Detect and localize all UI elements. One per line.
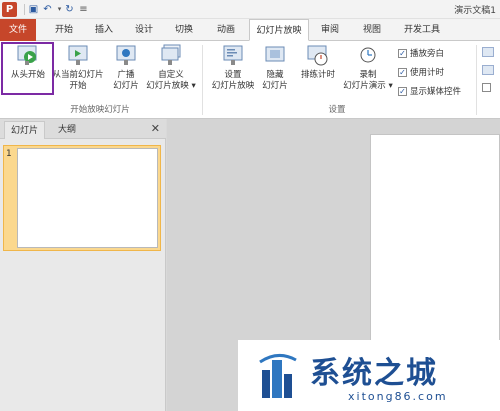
- tab-developer[interactable]: 开发工具: [396, 19, 448, 41]
- tab-home[interactable]: 开始: [48, 19, 80, 41]
- redo-icon[interactable]: ↻: [63, 3, 76, 16]
- play-narrations-label: 播放旁白: [410, 49, 445, 59]
- play-from-current-icon: [68, 45, 88, 65]
- set-up-slide-show-button[interactable]: 设置 幻灯片放映: [206, 43, 260, 92]
- use-timings-checkbox[interactable]: ✓ 使用计时: [398, 66, 444, 78]
- custom-show-label-2-text: 幻灯片放映: [146, 81, 189, 91]
- tab-insert[interactable]: 插入: [88, 19, 120, 41]
- from-current-label-2: 开始: [69, 81, 87, 91]
- tab-view[interactable]: 视图: [356, 19, 388, 41]
- record-label-2-text: 幻灯片演示: [343, 81, 386, 91]
- tab-outline-pane[interactable]: 大纲: [52, 121, 82, 139]
- window-title: 演示文稿1: [454, 6, 496, 16]
- use-timings-label: 使用计时: [410, 68, 445, 78]
- group-separator: [202, 45, 203, 115]
- from-current-label-1: 从当前幻灯片: [52, 70, 104, 80]
- ribbon-tabs: 文件 开始 插入 设计 切换 动画 幻灯片放映 审阅 视图 开发工具: [0, 19, 500, 41]
- group-label-start-slideshow: 开始放映幻灯片: [70, 105, 130, 115]
- tab-transitions[interactable]: 切换: [168, 19, 200, 41]
- use-timings-check[interactable]: ✓: [398, 67, 407, 77]
- tab-slide-show[interactable]: 幻灯片放映: [249, 19, 309, 41]
- custom-slide-show-button[interactable]: 自定义 幻灯片放映 ▾: [144, 43, 198, 92]
- tab-animations[interactable]: 动画: [208, 19, 244, 41]
- watermark-logo-icon: [259, 354, 297, 398]
- resolution-icon[interactable]: [482, 65, 494, 75]
- tab-review[interactable]: 审阅: [314, 19, 346, 41]
- custom-show-label-1: 自定义: [158, 70, 184, 80]
- custom-show-label-2: 幻灯片放映 ▾: [144, 81, 198, 92]
- play-narrations-check[interactable]: ✓: [398, 48, 407, 58]
- broadcast-label-2: 幻灯片: [113, 81, 139, 91]
- slides-panel: 幻灯片 大纲 ✕ 1: [0, 119, 166, 411]
- slide-canvas[interactable]: [370, 134, 500, 364]
- tab-file[interactable]: 文件: [0, 19, 36, 41]
- broadcast-icon: [116, 45, 136, 65]
- powerpoint-app-icon[interactable]: P: [2, 2, 17, 17]
- from-current-slide-button[interactable]: 从当前幻灯片 开始: [52, 43, 104, 92]
- record-dropdown-icon: ▾: [388, 81, 393, 91]
- hide-slide-icon: [265, 46, 285, 62]
- close-pane-icon[interactable]: ✕: [151, 122, 160, 135]
- title-bar: P ▣ ↶ ▾ ↻ ≡ 演示文稿1: [0, 0, 500, 19]
- setup-show-icon: [223, 45, 243, 65]
- broadcast-label-1: 广播: [117, 70, 135, 80]
- group-label-setup: 设置: [328, 105, 346, 115]
- ribbon-slide-show: 从头开始 从当前幻灯片 开始 广播 幻灯片 自定义 幻灯片放映 ▾ 开始放映幻灯…: [0, 41, 500, 119]
- highlight-box: [1, 42, 54, 95]
- hide-slide-label-2: 幻灯片: [262, 81, 288, 91]
- watermark-url: xitong86.com: [348, 390, 448, 403]
- record-label-1: 录制: [359, 70, 377, 80]
- record-label-2: 幻灯片演示 ▾: [340, 81, 396, 92]
- record-icon: [360, 47, 376, 63]
- watermark: 系统之城 xitong86.com: [238, 340, 500, 411]
- customize-qat-icon[interactable]: ≡: [77, 3, 90, 16]
- rehearse-timings-label: 排练计时: [300, 70, 335, 80]
- show-media-controls-check[interactable]: ✓: [398, 86, 407, 96]
- stopwatch-icon: [307, 45, 328, 66]
- tab-design[interactable]: 设计: [128, 19, 160, 41]
- tab-slides-pane[interactable]: 幻灯片: [4, 121, 46, 139]
- record-slide-show-button[interactable]: 录制 幻灯片演示 ▾: [340, 43, 396, 92]
- group-separator-2: [476, 45, 477, 115]
- watermark-text: 系统之城: [310, 356, 438, 391]
- rehearse-timings-button[interactable]: 排练计时: [296, 43, 340, 81]
- custom-show-dropdown-icon: ▾: [191, 81, 196, 91]
- broadcast-slide-show-button[interactable]: 广播 幻灯片: [106, 43, 146, 92]
- hide-slide-label-1: 隐藏: [266, 70, 284, 80]
- presenter-view-checkbox[interactable]: [482, 83, 491, 92]
- qat-separator: [24, 4, 25, 15]
- play-narrations-checkbox[interactable]: ✓ 播放旁白: [398, 47, 444, 59]
- slide-number: 1: [6, 149, 12, 159]
- show-media-controls-label: 显示媒体控件: [410, 87, 462, 97]
- hide-slide-button[interactable]: 隐藏 幻灯片: [258, 43, 292, 92]
- setup-show-label-2: 幻灯片放映: [211, 81, 255, 91]
- slide-thumbnail[interactable]: [17, 148, 158, 248]
- save-icon[interactable]: ▣: [27, 3, 40, 16]
- show-media-controls-checkbox[interactable]: ✓ 显示媒体控件: [398, 85, 461, 97]
- monitor-icon[interactable]: [482, 47, 494, 57]
- custom-show-icon: [161, 44, 181, 65]
- setup-show-label-1: 设置: [224, 70, 242, 80]
- panel-tabs: 幻灯片 大纲 ✕: [0, 119, 166, 139]
